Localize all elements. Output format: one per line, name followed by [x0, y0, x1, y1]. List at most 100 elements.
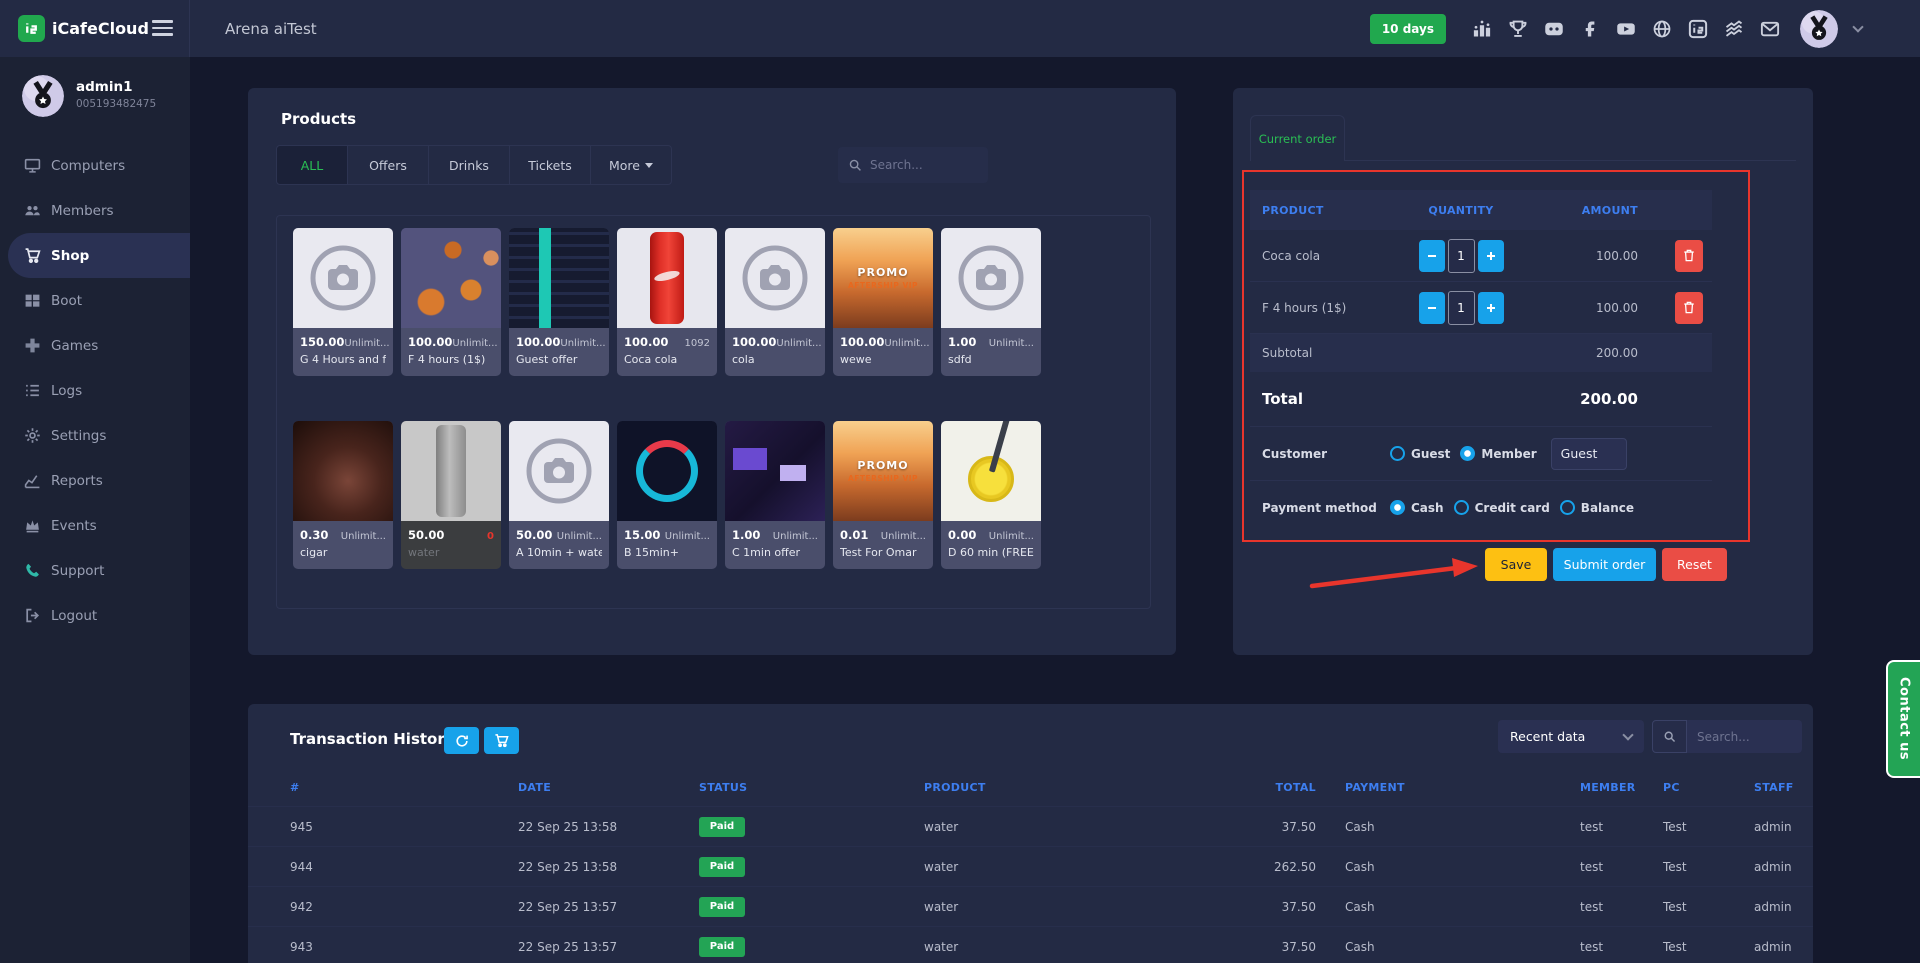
radio-member[interactable] — [1460, 446, 1476, 461]
globe-icon[interactable] — [1652, 19, 1672, 39]
quantity-minus-button[interactable] — [1418, 291, 1445, 324]
quantity-input[interactable] — [1447, 238, 1475, 273]
brand-name: iCafeCloud — [52, 19, 149, 38]
radio-balance[interactable] — [1559, 500, 1575, 515]
mail-icon[interactable] — [1760, 19, 1780, 39]
status-badge: Paid — [699, 856, 745, 877]
chevron-down-icon[interactable] — [1852, 20, 1864, 33]
product-card[interactable]: 1.00 Unlimit... sdfd — [941, 228, 1041, 376]
submit-order-button[interactable]: Submit order — [1553, 548, 1656, 581]
contact-us-tab[interactable]: Contact us — [1886, 660, 1920, 778]
sidebar-item-shop[interactable]: Shop — [8, 233, 190, 278]
radio-guest[interactable] — [1390, 446, 1405, 461]
sidebar-item-boot[interactable]: Boot — [0, 278, 190, 323]
product-card[interactable]: PROMO AFTERSHIP VIP 0.01 Unlimit... Test F… — [833, 421, 933, 569]
product-card[interactable]: 100.00 Unlimit... cola — [725, 228, 825, 376]
tab-more[interactable]: More — [591, 145, 672, 185]
logout-icon — [24, 607, 41, 624]
column-member: MEMBER — [1580, 780, 1636, 794]
sidebar-item-support[interactable]: Support — [0, 548, 190, 593]
days-badge-button[interactable]: 10 days — [1369, 13, 1446, 44]
delete-item-button[interactable] — [1675, 239, 1703, 272]
reset-button[interactable]: Reset — [1662, 548, 1727, 581]
sidebar-item-reports[interactable]: Reports — [0, 458, 190, 503]
sidebar-item-events[interactable]: Events — [0, 503, 190, 548]
layers-icon[interactable] — [1724, 19, 1744, 39]
tx-date: 22 Sep 25 13:57 — [518, 899, 618, 914]
quantity-plus-button[interactable] — [1477, 291, 1504, 324]
product-card[interactable]: 100.00 Unlimit... Guest offer — [509, 228, 609, 376]
table-row[interactable]: 944 22 Sep 25 13:58 Paid water 262.50 Ca… — [248, 846, 1813, 886]
avatar[interactable] — [1800, 9, 1838, 48]
product-card[interactable]: 50.00 Unlimit... A 10min + water — [509, 421, 609, 569]
table-row[interactable]: 943 22 Sep 25 13:57 Paid water 37.50 Cas… — [248, 926, 1813, 963]
product-image — [617, 421, 717, 521]
customer-label: Customer — [1262, 446, 1328, 461]
product-card[interactable]: 15.00 Unlimit... B 15min+ — [617, 421, 717, 569]
customer-name-input[interactable] — [1550, 437, 1627, 470]
transaction-search — [1652, 720, 1802, 753]
search-icon — [1652, 720, 1687, 753]
table-row[interactable]: 942 22 Sep 25 13:57 Paid water 37.50 Cas… — [248, 886, 1813, 926]
products-title: Products — [281, 110, 357, 128]
quantity-input[interactable] — [1447, 290, 1475, 325]
camera-placeholder-icon — [509, 421, 609, 521]
sidebar-item-members[interactable]: Members — [0, 188, 190, 233]
sidebar-item-settings[interactable]: Settings — [0, 413, 190, 458]
sidebar-item-logout[interactable]: Logout — [0, 593, 190, 638]
trophy-icon[interactable] — [1508, 19, 1528, 39]
tx-staff: admin — [1754, 819, 1792, 834]
ranking-icon[interactable] — [1472, 19, 1492, 39]
youtube-icon[interactable] — [1616, 19, 1636, 39]
quantity-plus-button[interactable] — [1477, 239, 1504, 272]
tab-current-order[interactable]: Current order — [1250, 115, 1345, 161]
tab-all[interactable]: ALL — [276, 145, 348, 185]
product-card-out-of-stock[interactable]: 50.00 0 water — [401, 421, 501, 569]
sidebar-item-label: Reports — [51, 472, 103, 489]
facebook-icon[interactable] — [1580, 19, 1600, 39]
save-button[interactable]: Save — [1485, 548, 1547, 581]
product-card[interactable]: 100.00 Unlimit... F 4 hours (1$) — [401, 228, 501, 376]
radio-cash[interactable] — [1390, 500, 1405, 515]
column-payment: PAYMENT — [1345, 780, 1405, 794]
sidebar-item-label: Shop — [51, 247, 90, 264]
sidebar-item-label: Games — [51, 337, 99, 354]
cart-button[interactable] — [484, 727, 519, 754]
product-card[interactable]: 0.00 Unlimit... D 60 min (FREE) — [941, 421, 1041, 569]
sidebar-item-games[interactable]: Games — [0, 323, 190, 368]
delete-item-button[interactable] — [1675, 291, 1703, 324]
date-filter-select[interactable]: Recent data — [1498, 720, 1644, 753]
order-total-row: Total 200.00 — [1250, 372, 1712, 426]
tab-tickets[interactable]: Tickets — [510, 145, 591, 185]
tx-id: 943 — [290, 939, 313, 954]
product-image — [401, 421, 501, 521]
discord-icon[interactable] — [1544, 19, 1564, 39]
tx-product: water — [924, 819, 959, 834]
tx-date: 22 Sep 25 13:58 — [518, 819, 618, 834]
product-card[interactable]: 1.00 Unlimit... C 1min offer — [725, 421, 825, 569]
quantity-minus-button[interactable] — [1418, 239, 1445, 272]
products-search[interactable] — [838, 147, 988, 183]
products-search-input[interactable] — [870, 158, 970, 172]
tab-drinks[interactable]: Drinks — [429, 145, 510, 185]
icafecloud-icon[interactable] — [1688, 19, 1708, 39]
sidebar-user[interactable]: admin1 005193482475 — [0, 57, 190, 117]
sidebar-item-label: Events — [51, 517, 97, 534]
radio-credit-card[interactable] — [1453, 500, 1469, 515]
product-card[interactable]: PROMO AFTERSHIP VIP 100.00 Unlimit... wewe — [833, 228, 933, 376]
sidebar-item-computers[interactable]: Computers — [0, 143, 190, 188]
transaction-search-input[interactable] — [1687, 720, 1802, 753]
hamburger-menu-icon[interactable] — [152, 20, 173, 40]
table-row[interactable]: 945 22 Sep 25 13:58 Paid water 37.50 Cas… — [248, 806, 1813, 846]
sidebar-item-logs[interactable]: Logs — [0, 368, 190, 413]
column-date: DATE — [518, 780, 552, 794]
refresh-button[interactable] — [444, 727, 479, 754]
column-id: # — [290, 780, 300, 794]
promo-subtext: AFTERSHIP VIP — [847, 474, 919, 483]
product-card[interactable]: 0.30 Unlimit... cigar — [293, 421, 393, 569]
tab-offers[interactable]: Offers — [348, 145, 429, 185]
radio-guest-label: Guest — [1411, 446, 1451, 461]
product-card[interactable]: 150.00Unlimit... G 4 Hours and f... — [293, 228, 393, 376]
navbar-actions: 10 days — [1369, 0, 1864, 57]
product-card[interactable]: 100.00 1092 Coca cola — [617, 228, 717, 376]
